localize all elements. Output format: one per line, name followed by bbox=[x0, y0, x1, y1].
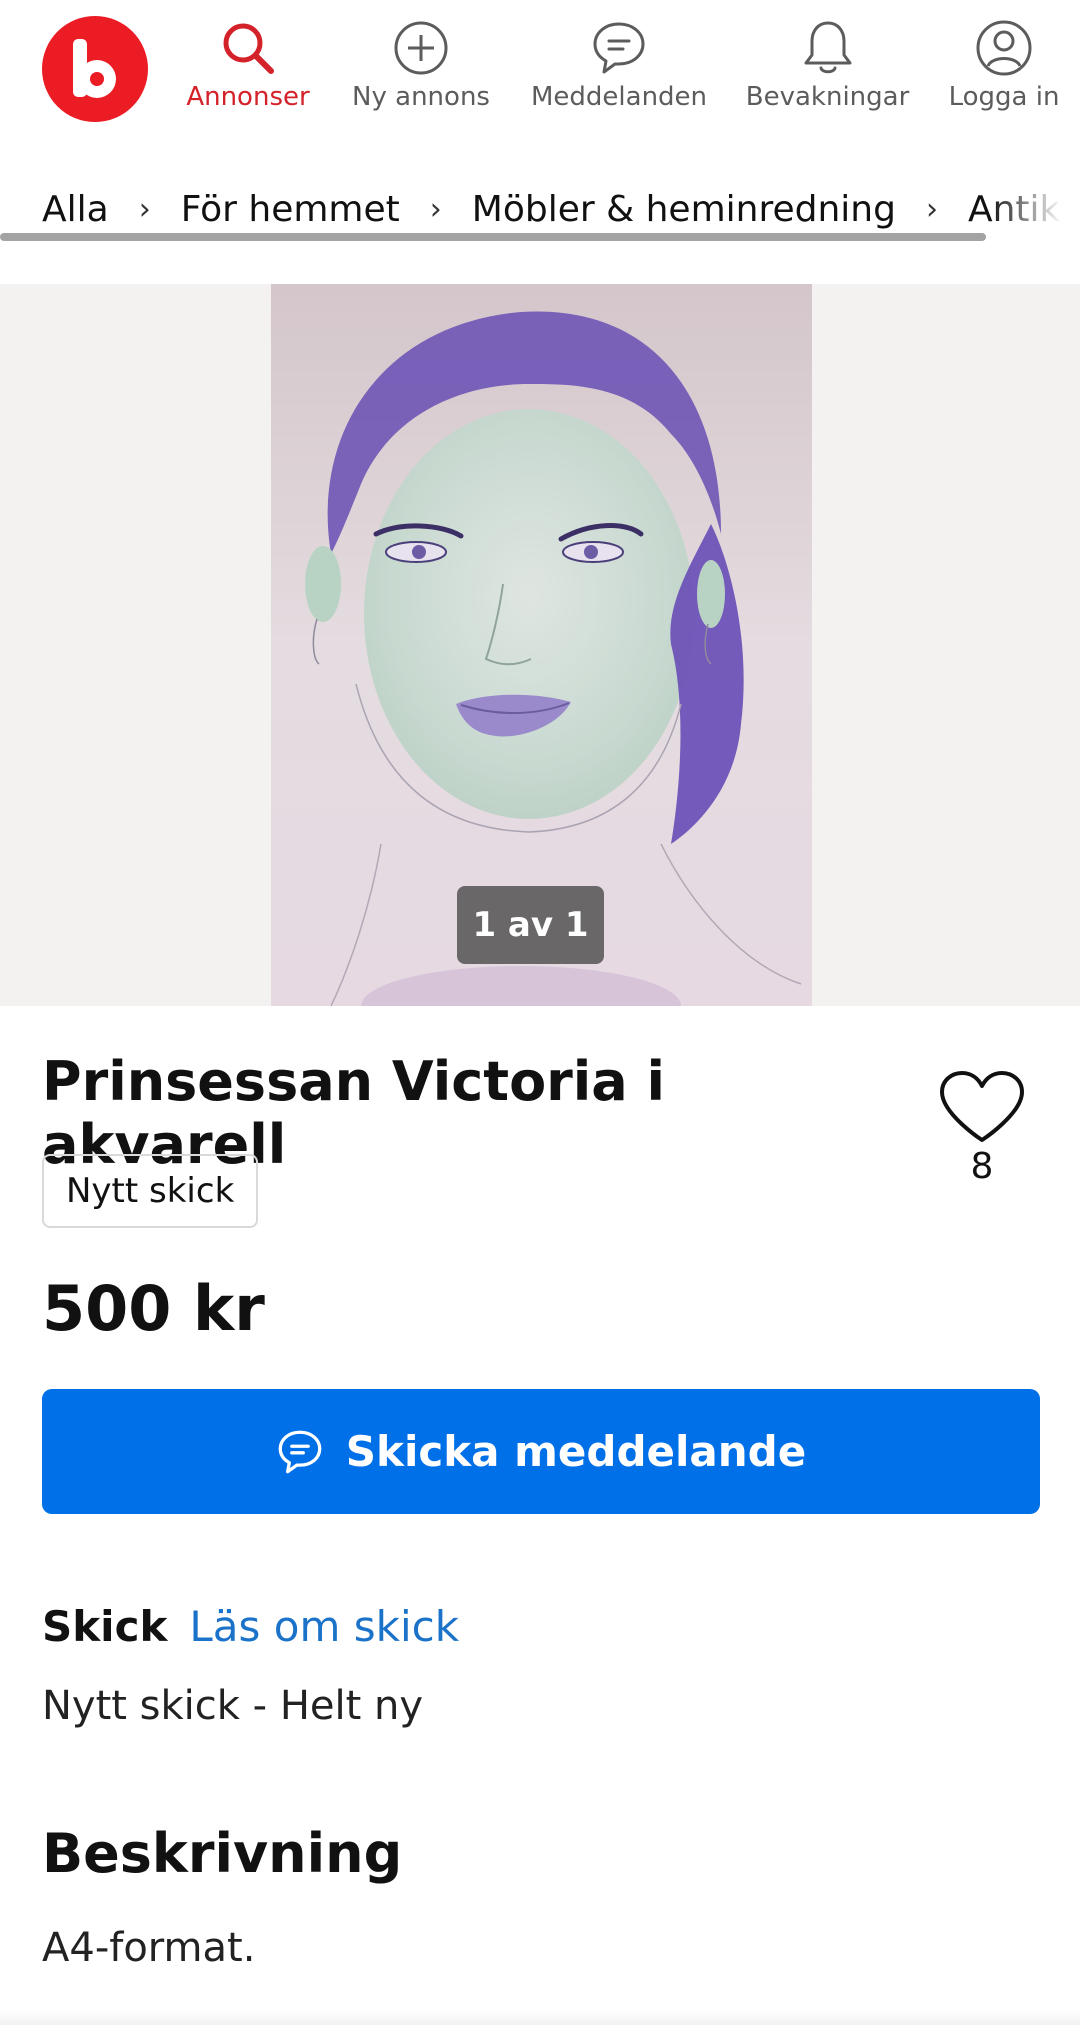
nav-item-bevakningar[interactable]: Bevakningar bbox=[746, 0, 909, 147]
description-heading: Beskrivning bbox=[42, 1822, 403, 1885]
nav-label-logga-in: Logga in bbox=[948, 82, 1060, 112]
heart-outline-icon bbox=[940, 1071, 1024, 1142]
breadcrumb-item-mobler[interactable]: Möbler & heminredning bbox=[472, 189, 896, 230]
send-message-label: Skicka meddelande bbox=[345, 1427, 807, 1476]
breadcrumb-scrollbar[interactable] bbox=[0, 233, 986, 241]
breadcrumb-separator: › bbox=[925, 192, 938, 227]
condition-section: Skick Läs om skick bbox=[42, 1602, 459, 1651]
breadcrumb-item-alla[interactable]: Alla bbox=[42, 189, 109, 230]
user-circle-icon bbox=[974, 18, 1034, 78]
nav-label-meddelanden: Meddelanden bbox=[530, 82, 708, 112]
condition-heading: Skick bbox=[42, 1602, 168, 1651]
read-about-condition-link[interactable]: Läs om skick bbox=[189, 1602, 459, 1651]
condition-chip: Nytt skick bbox=[42, 1154, 259, 1228]
blocket-logo-icon[interactable] bbox=[42, 16, 148, 122]
listing-price: 500 kr bbox=[42, 1272, 265, 1345]
send-message-button[interactable]: Skicka meddelande bbox=[42, 1389, 1040, 1514]
breadcrumb-fade bbox=[990, 177, 1080, 237]
breadcrumb-separator: › bbox=[429, 192, 442, 227]
image-gallery: 1 av 1 bbox=[0, 284, 1080, 1006]
favorite-button[interactable]: 8 bbox=[935, 1070, 1029, 1187]
condition-value: Nytt skick - Helt ny bbox=[42, 1683, 424, 1729]
breadcrumb-list: Alla › För hemmet › Möbler & heminrednin… bbox=[42, 189, 1080, 230]
chat-bubble-icon bbox=[589, 18, 649, 78]
top-navigation: Annonser Ny annons Meddelanden Bevakning… bbox=[0, 0, 1080, 149]
nav-item-ny-annons[interactable]: Ny annons bbox=[352, 0, 490, 147]
chat-bubble-icon bbox=[276, 1428, 324, 1476]
breadcrumb-item-for-hemmet[interactable]: För hemmet bbox=[181, 189, 400, 230]
page-bottom-edge bbox=[0, 2010, 1080, 2025]
nav-label-ny-annons: Ny annons bbox=[352, 82, 490, 112]
plus-circle-icon bbox=[391, 18, 451, 78]
breadcrumb-separator: › bbox=[138, 192, 151, 227]
nav-item-annonser[interactable]: Annonser bbox=[186, 0, 310, 147]
nav-item-meddelanden[interactable]: Meddelanden bbox=[530, 0, 708, 147]
image-counter: 1 av 1 bbox=[457, 886, 604, 964]
favorites-count: 8 bbox=[970, 1146, 994, 1187]
breadcrumb: Alla › För hemmet › Möbler & heminrednin… bbox=[0, 147, 1080, 247]
nav-label-bevakningar: Bevakningar bbox=[745, 82, 910, 112]
nav-label-annonser: Annonser bbox=[186, 82, 310, 112]
bell-icon bbox=[798, 18, 858, 78]
search-icon bbox=[218, 18, 278, 78]
description-text: A4-format. bbox=[42, 1925, 256, 1971]
nav-item-logga-in[interactable]: Logga in bbox=[948, 0, 1060, 147]
